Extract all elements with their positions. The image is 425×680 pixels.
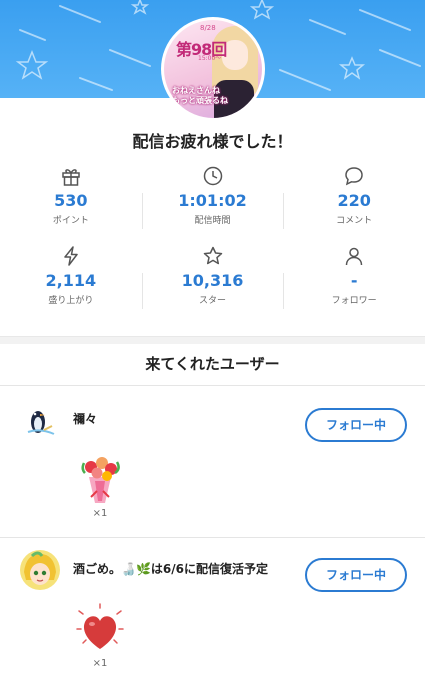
stats-grid: 530 ポイント 1:01:02 配信時間 220 コメント 2,114 盛り上…	[0, 163, 425, 319]
lightning-icon	[60, 243, 82, 269]
stat-value: 2,114	[45, 271, 97, 290]
bouquet-icon	[72, 450, 128, 506]
user-avatar[interactable]	[20, 400, 60, 440]
stat-label: コメント	[336, 216, 373, 226]
stream-thumbnail: 8/28 第98回 15:00〜 おねえさんね もっと頑張るね	[164, 20, 262, 118]
stat-value: 1:01:02	[178, 191, 247, 210]
user-name[interactable]: 禰々	[73, 410, 97, 427]
streamer-avatar: 8/28 第98回 15:00〜 おねえさんね もっと頑張るね	[161, 17, 265, 121]
clock-icon	[202, 163, 224, 189]
stat-label: 配信時間	[194, 216, 231, 226]
following-button[interactable]: フォロー中	[305, 408, 407, 442]
list-divider	[0, 537, 425, 538]
visitor-item: 酒ごめ。🍶🌿は6/6に配信復活予定 フォロー中 ×1	[0, 544, 425, 669]
stats-row: 530 ポイント 1:01:02 配信時間 220 コメント	[0, 163, 425, 239]
thumbnail-tagline: おねえさんね もっと頑張るね	[172, 86, 228, 105]
gift-item: ×1	[72, 450, 128, 519]
stat-duration: 1:01:02 配信時間	[141, 163, 284, 239]
stat-value: 220	[337, 191, 371, 210]
user-name[interactable]: 酒ごめ。🍶🌿は6/6に配信復活予定	[73, 560, 268, 577]
stats-row: 2,114 盛り上がり 10,316 スター - フォロワー	[0, 243, 425, 319]
page-title: 配信お疲れ様でした！	[132, 132, 293, 151]
thumbnail-time: 15:00〜	[198, 55, 222, 62]
gift-count: ×1	[92, 658, 108, 669]
gift-icon	[60, 163, 82, 189]
user-avatar[interactable]	[20, 550, 60, 590]
heart-icon	[72, 600, 128, 656]
stat-comments: 220 コメント	[283, 163, 425, 239]
stat-followers: - フォロワー	[283, 243, 425, 319]
section-title: 来てくれたユーザー	[0, 344, 425, 386]
stat-points: 530 ポイント	[0, 163, 142, 239]
person-icon	[343, 243, 365, 269]
visitor-row: 禰々 フォロー中	[0, 394, 425, 444]
comment-icon	[343, 163, 365, 189]
stat-label: 盛り上がり	[48, 296, 94, 306]
stat-label: ポイント	[52, 216, 89, 226]
stat-stars: 10,316 スター	[141, 243, 284, 319]
following-button[interactable]: フォロー中	[305, 558, 407, 592]
thumbnail-date: 8/28	[200, 24, 216, 32]
visitor-item: 禰々 フォロー中 ×1	[0, 394, 425, 519]
visitor-row: 酒ごめ。🍶🌿は6/6に配信復活予定 フォロー中	[0, 544, 425, 594]
star-icon	[202, 243, 224, 269]
gift-count: ×1	[92, 508, 108, 519]
stat-value: 10,316	[181, 271, 244, 290]
stat-label: スター	[199, 296, 227, 306]
stat-value: -	[350, 271, 358, 290]
section-divider	[0, 336, 425, 344]
stat-label: フォロワー	[331, 296, 377, 306]
gift-item: ×1	[72, 600, 128, 669]
stat-excitement: 2,114 盛り上がり	[0, 243, 142, 319]
stat-value: 530	[54, 191, 88, 210]
